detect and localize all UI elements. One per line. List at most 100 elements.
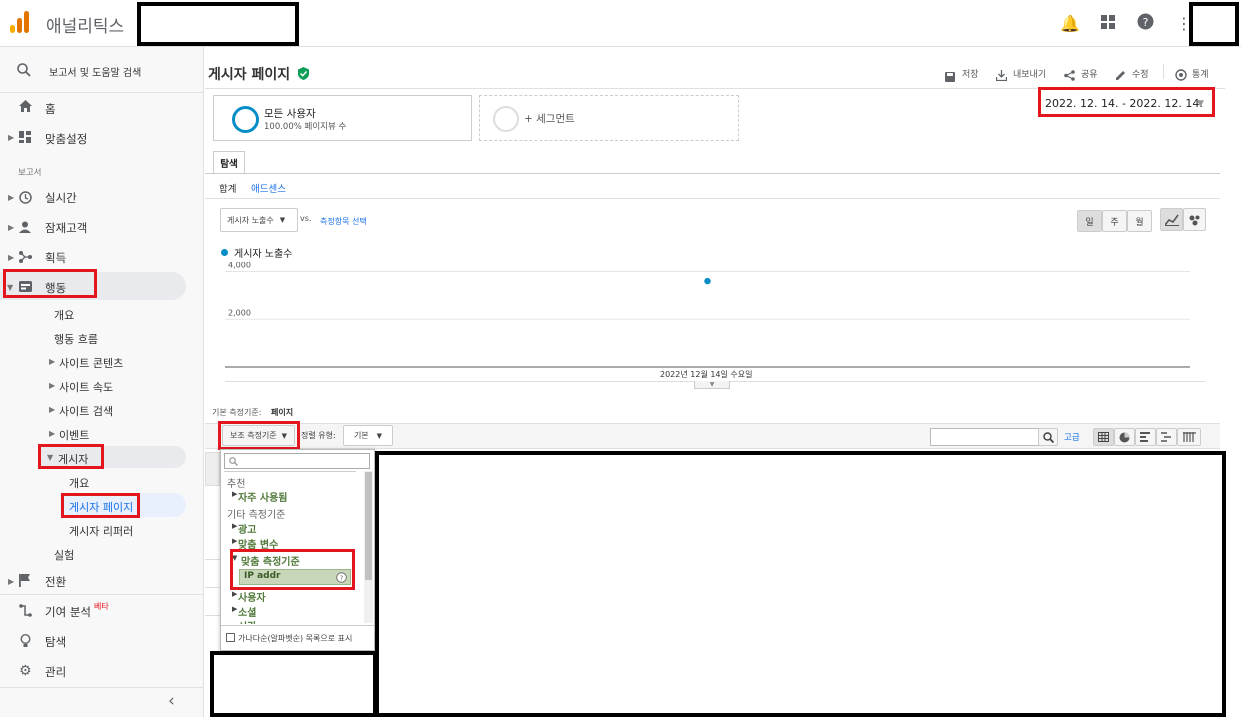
- expand-arrow-icon[interactable]: ▶: [49, 381, 55, 390]
- analytics-logo-icon[interactable]: [10, 11, 32, 33]
- search-icon: [229, 457, 238, 466]
- tab-explore[interactable]: 탐색: [213, 151, 245, 174]
- sidebar-item-admin[interactable]: 관리: [45, 664, 66, 680]
- performance-view-button[interactable]: [1135, 428, 1156, 446]
- subtab-adsense[interactable]: 애드센스: [251, 181, 286, 195]
- insights-icon[interactable]: [1175, 66, 1187, 85]
- chart-legend-dot: [221, 249, 228, 256]
- expand-arrow-icon[interactable]: ▶: [8, 253, 14, 262]
- publisher-item-overview[interactable]: 개요: [69, 475, 89, 491]
- table-search-button[interactable]: [1038, 428, 1058, 446]
- edit-icon[interactable]: [1115, 66, 1126, 85]
- search-reports-input[interactable]: 보고서 및 도움말 검색: [49, 64, 141, 79]
- verified-check-icon: [297, 65, 310, 84]
- menu-item-users[interactable]: 사용자: [238, 589, 266, 604]
- expand-arrow-icon[interactable]: ▶: [8, 223, 14, 232]
- select-metric-link[interactable]: 측정항목 선택: [320, 216, 367, 227]
- apps-grid-icon[interactable]: [1101, 14, 1115, 33]
- alphabetical-checkbox-label: 가나다순(알파벳순) 목록으로 표시: [238, 634, 353, 643]
- expand-arrow-icon[interactable]: ▶: [49, 405, 55, 414]
- expand-arrow-icon[interactable]: ▶: [8, 577, 14, 586]
- table-view-button[interactable]: [1093, 428, 1114, 446]
- tab-divider: [205, 173, 1220, 174]
- alphabetical-checkbox[interactable]: [226, 633, 235, 642]
- acquisition-icon: [19, 251, 32, 266]
- behavior-item-site-content[interactable]: 사이트 콘텐츠: [59, 355, 123, 371]
- expand-arrow-icon[interactable]: ▶: [49, 357, 55, 366]
- sidebar-item-home[interactable]: 홈: [45, 101, 56, 117]
- advanced-filter-link[interactable]: 고급: [1064, 431, 1080, 443]
- behavior-item-flow[interactable]: 행동 흐름: [54, 331, 98, 347]
- behavior-item-experiments[interactable]: 실험: [54, 547, 74, 563]
- export-button[interactable]: 내보내기: [1013, 67, 1046, 80]
- table-row-stub: [205, 615, 220, 616]
- share-icon[interactable]: [1064, 66, 1075, 85]
- add-segment-card[interactable]: + 세그먼트: [479, 95, 739, 141]
- help-icon[interactable]: ?: [1137, 13, 1154, 34]
- share-button[interactable]: 공유: [1081, 67, 1098, 80]
- sidebar-item-conversions[interactable]: 전환: [45, 574, 66, 590]
- highlight-box-publisher-pages: [61, 493, 140, 518]
- highlight-box-custom-dimension: [230, 549, 355, 590]
- clock-icon: [19, 191, 32, 207]
- save-button[interactable]: 저장: [962, 67, 979, 80]
- behavior-item-site-search[interactable]: 사이트 검색: [59, 403, 113, 419]
- chart: 4,000 2,000: [225, 262, 1190, 368]
- comparison-view-button[interactable]: [1156, 428, 1177, 446]
- dashboard-icon: [19, 131, 31, 146]
- menu-item-social[interactable]: 소셜: [238, 604, 256, 619]
- behavior-item-events[interactable]: 이벤트: [59, 427, 89, 443]
- insights-button[interactable]: 통계: [1192, 67, 1209, 80]
- bar-list-icon: [1140, 432, 1150, 442]
- sidebar-item-customization[interactable]: 맞춤설정: [45, 131, 87, 147]
- metric-select-dropdown[interactable]: 게시자 노출수 ▼: [220, 208, 298, 232]
- behavior-item-overview[interactable]: 개요: [54, 307, 74, 323]
- sidebar-item-realtime[interactable]: 실시간: [45, 190, 77, 206]
- beta-badge: 베타: [94, 602, 109, 611]
- redacted-account-box: [137, 2, 299, 46]
- publisher-item-referrers[interactable]: 게시자 리퍼러: [69, 523, 133, 539]
- sidebar-item-acquisition[interactable]: 획득: [45, 250, 66, 266]
- menu-search-input[interactable]: [224, 453, 370, 469]
- home-icon: [19, 100, 32, 115]
- pivot-icon: [1182, 432, 1196, 442]
- period-week-button[interactable]: 주: [1102, 210, 1127, 232]
- menu-arrow-icon: ▶: [232, 605, 238, 613]
- pivot-view-button[interactable]: [1177, 428, 1201, 446]
- menu-scrollbar-thumb[interactable]: [365, 472, 372, 580]
- behavior-item-site-speed[interactable]: 사이트 속도: [59, 379, 113, 395]
- period-day-button[interactable]: 일: [1077, 210, 1102, 232]
- menu-section-other: 기타 측정기준: [227, 510, 286, 521]
- save-icon[interactable]: [945, 67, 955, 86]
- chart-resize-handle[interactable]: ▼: [694, 381, 730, 389]
- expand-arrow-icon[interactable]: ▶: [8, 133, 14, 142]
- expand-arrow-icon[interactable]: ▶: [8, 193, 14, 202]
- export-icon[interactable]: [995, 66, 1008, 85]
- sort-type-value: 기본: [353, 431, 369, 440]
- primary-dimension-label: 기본 측정기준:: [212, 408, 262, 417]
- expand-arrow-icon[interactable]: ▶: [49, 429, 55, 438]
- period-month-button[interactable]: 월: [1127, 210, 1152, 232]
- search-icon[interactable]: [17, 63, 31, 80]
- table-search-input[interactable]: [930, 428, 1039, 446]
- period-day-label: 일: [1085, 217, 1094, 228]
- pie-view-button[interactable]: [1114, 428, 1135, 446]
- collapse-sidebar-button[interactable]: ‹: [168, 691, 175, 711]
- menu-item-ads[interactable]: 광고: [238, 521, 256, 536]
- subtab-total[interactable]: 합계: [219, 181, 236, 195]
- chart-x-label: 2022년 12월 14일 수요일: [660, 370, 753, 379]
- menu-item-time[interactable]: 시간: [238, 618, 256, 624]
- menu-item-frequently-used[interactable]: 자주 사용됨: [238, 489, 287, 504]
- segment-subtitle: 100.00% 페이지뷰 수: [264, 122, 347, 132]
- sort-type-dropdown[interactable]: 기본 ▼: [343, 425, 393, 446]
- line-chart-button[interactable]: [1160, 208, 1183, 231]
- bell-icon[interactable]: 🔔: [1060, 14, 1080, 33]
- segment-card-all-users[interactable]: 모든 사용자 100.00% 페이지뷰 수: [213, 95, 472, 141]
- sidebar-item-discover[interactable]: 탐색: [45, 634, 66, 650]
- motion-chart-button[interactable]: [1183, 208, 1206, 231]
- chart-data-point[interactable]: [704, 277, 711, 285]
- segment-ring-icon: [232, 106, 259, 133]
- sidebar-item-audience[interactable]: 잠재고객: [45, 220, 87, 236]
- sidebar-item-attribution[interactable]: 기여 분석: [45, 604, 91, 620]
- edit-button[interactable]: 수정: [1132, 67, 1149, 80]
